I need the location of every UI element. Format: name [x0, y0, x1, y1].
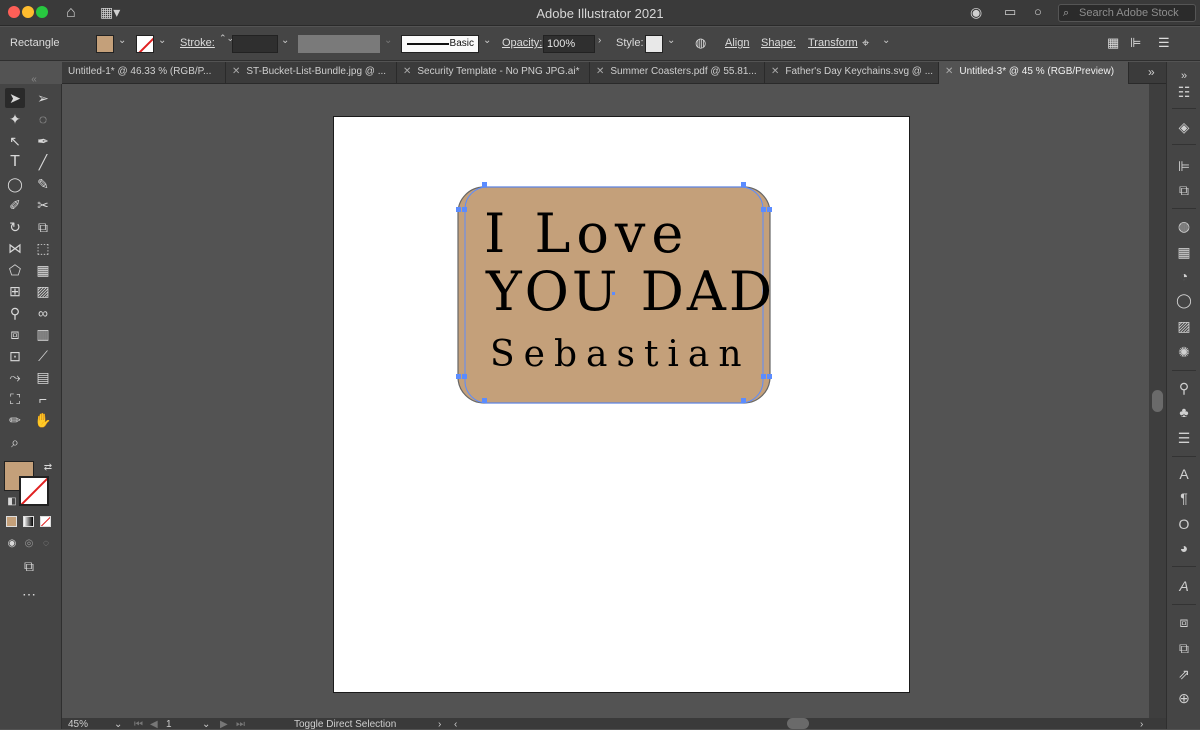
artboards-panel-icon[interactable]: ⧉ [1174, 638, 1194, 658]
panel-dock: » ☷ ◈ ⊫ ⧉ ◍ ▦ ◔ ◯ ▨ ✺ ⚲ ♣ ☰ A ¶ O ◕ A ⧈ … [1166, 62, 1200, 729]
swatches-panel-icon[interactable]: ▦ [1174, 242, 1194, 262]
appearance-panel-icon[interactable]: ◯ [1174, 290, 1194, 310]
properties-panel-icon[interactable]: ☷ [1174, 82, 1194, 102]
scroll-right-icon[interactable]: › [1140, 719, 1143, 730]
first-artboard-icon[interactable]: ⏮ [134, 719, 143, 730]
horizontal-scroll-thumb[interactable] [787, 718, 809, 729]
zoom-level[interactable]: 45% [68, 719, 88, 730]
symbols-panel-icon[interactable]: ♣ [1174, 402, 1194, 422]
handwritten-line-2: YOU DAD [485, 260, 775, 323]
gradient-panel-icon[interactable]: ▨ [1174, 316, 1194, 336]
anchor-point[interactable] [456, 374, 461, 379]
glyphs-panel-icon[interactable]: A [1174, 576, 1194, 596]
opentype-panel-icon[interactable]: O [1174, 514, 1194, 534]
anchor-point[interactable] [767, 207, 772, 212]
dock-separator [1172, 144, 1196, 145]
anchor-point[interactable] [741, 398, 746, 403]
graphic-styles-icon[interactable]: ✺ [1174, 342, 1194, 362]
vertical-scroll-thumb[interactable] [1152, 390, 1163, 412]
color-panel-icon[interactable]: ◍ [1174, 216, 1194, 236]
artwork-layer: I Love YOU DAD Sebastian [456, 182, 775, 404]
align-panel-icon[interactable]: ⊫ [1174, 156, 1194, 176]
anchor-point[interactable] [462, 374, 467, 379]
zoom-dropdown-icon[interactable]: ⌄ [114, 719, 122, 730]
status-bar: 45% ⌄ ⏮ ◀ 1 ⌄ ▶ ⏭ Toggle Direct Selectio… [62, 718, 1166, 730]
character-panel-icon[interactable]: A [1174, 464, 1194, 484]
vertical-scrollbar[interactable] [1149, 84, 1166, 719]
color-guide-icon[interactable]: ◔ [1174, 266, 1194, 286]
handwritten-line-3: Sebastian [490, 334, 751, 375]
dock-separator [1172, 566, 1196, 567]
transparency-panel-icon[interactable]: ◕ [1174, 538, 1194, 558]
anchor-point[interactable] [462, 207, 467, 212]
anchor-point[interactable] [741, 182, 746, 187]
dock-separator [1172, 208, 1196, 209]
dock-separator [1172, 108, 1196, 109]
last-artboard-icon[interactable]: ⏭ [236, 719, 245, 730]
previous-artboard-icon[interactable]: ◀ [150, 719, 158, 730]
anchor-point[interactable] [482, 182, 487, 187]
next-artboard-icon[interactable]: ▶ [220, 719, 228, 730]
dock-separator [1172, 456, 1196, 457]
layers-panel-icon[interactable]: ◈ [1174, 117, 1194, 137]
scroll-left-icon[interactable]: ‹ [454, 719, 457, 730]
anchor-point[interactable] [767, 374, 772, 379]
anchor-point[interactable] [761, 207, 766, 212]
pathfinder-panel-icon[interactable]: ⧉ [1174, 180, 1194, 200]
status-tool-hint: Toggle Direct Selection [294, 719, 397, 730]
dock-separator [1172, 370, 1196, 371]
anchor-point[interactable] [482, 398, 487, 403]
brushes-panel-icon[interactable]: ⚲ [1174, 378, 1194, 398]
info-panel-icon[interactable]: ⊕ [1174, 688, 1194, 708]
status-menu-arrow-icon[interactable]: › [438, 719, 441, 730]
paragraph-panel-icon[interactable]: ¶ [1174, 488, 1194, 508]
artboard-number-field[interactable]: 1 [166, 719, 172, 730]
anchor-point[interactable] [761, 374, 766, 379]
asset-export-icon[interactable]: ⧈ [1174, 612, 1194, 632]
export-icon[interactable]: ⇗ [1174, 664, 1194, 684]
artboard-dropdown-icon[interactable]: ⌄ [202, 719, 210, 730]
dock-separator [1172, 604, 1196, 605]
handwritten-line-1: I Love [484, 202, 689, 265]
stroke-panel-icon[interactable]: ☰ [1174, 428, 1194, 448]
anchor-point[interactable] [456, 207, 461, 212]
